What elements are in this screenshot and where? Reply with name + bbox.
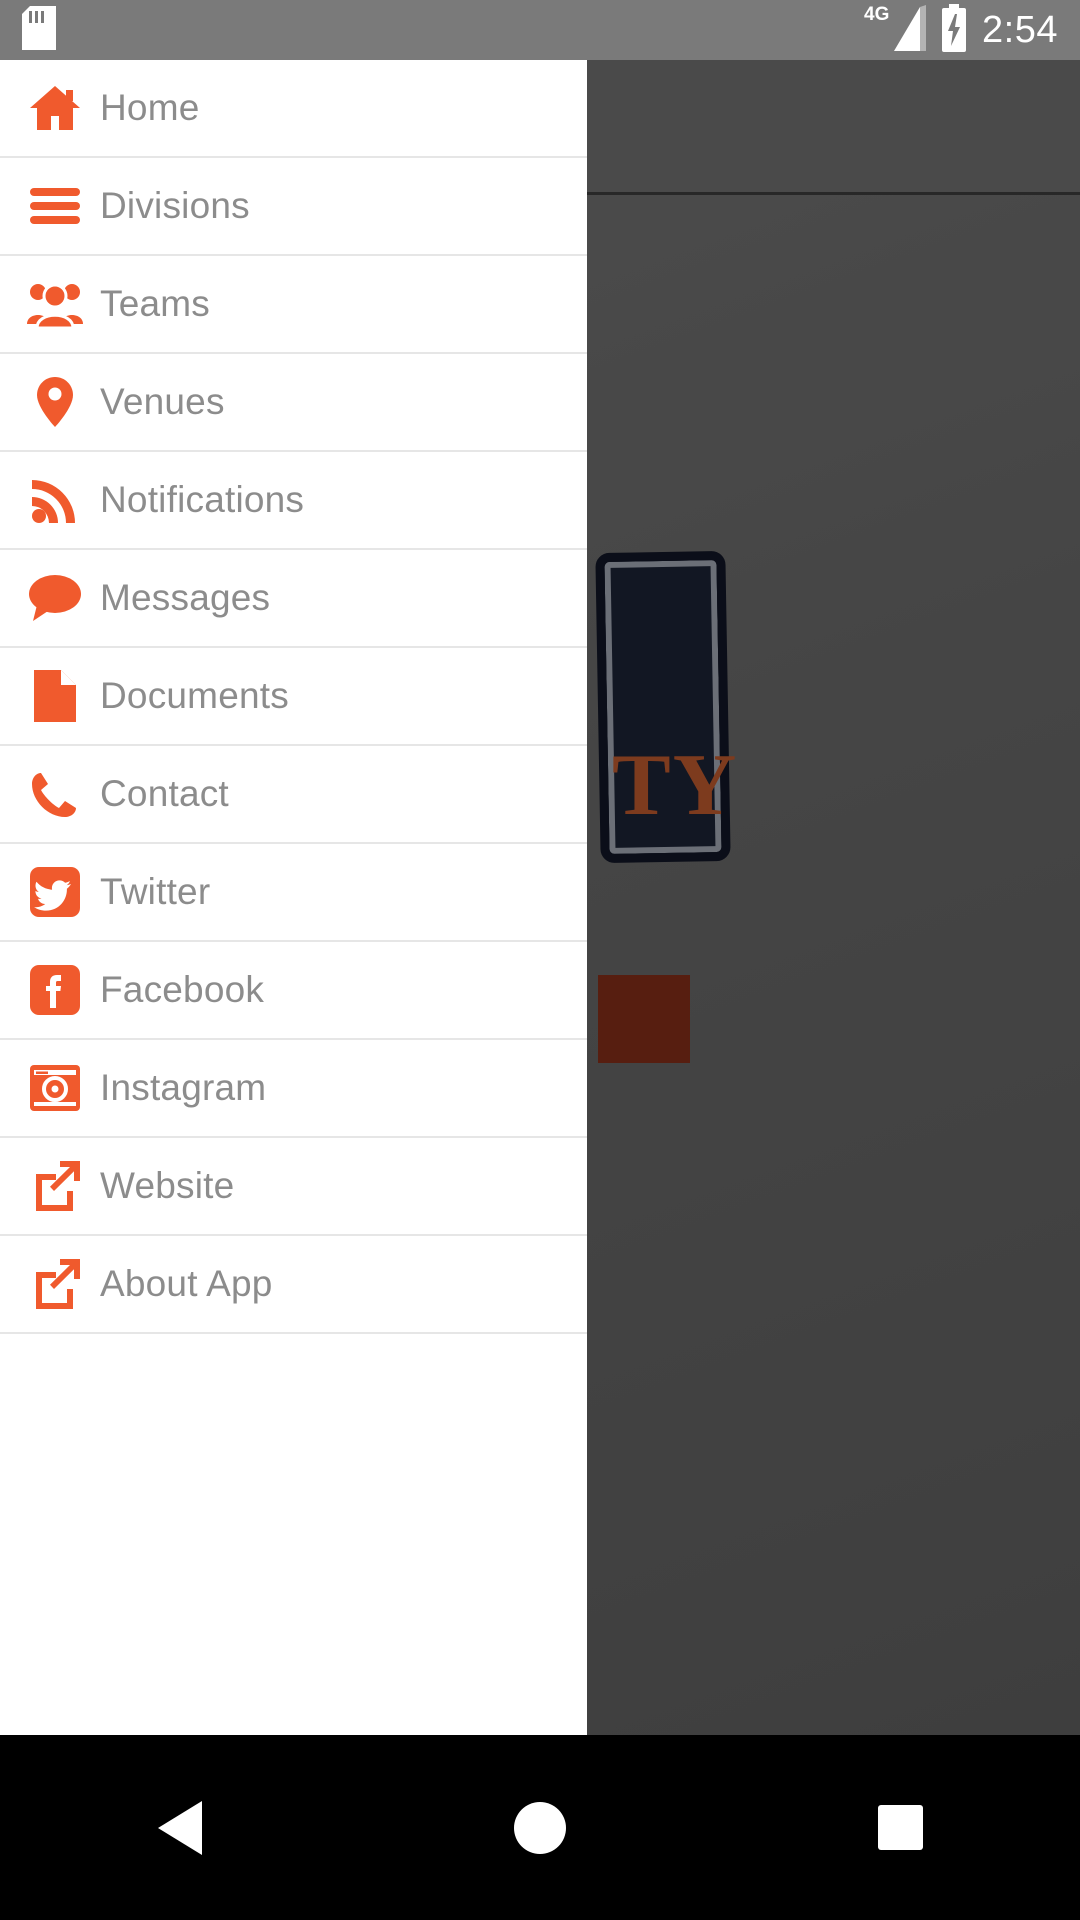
- drawer-item-label: Divisions: [100, 185, 250, 226]
- nav-back-button[interactable]: [105, 1778, 255, 1878]
- status-bar-clock: 2:54: [982, 8, 1058, 51]
- home-icon: [24, 77, 86, 139]
- drawer-item-teams[interactable]: Teams: [0, 256, 587, 354]
- rss-feed-icon: [24, 469, 86, 531]
- drawer-item-instagram[interactable]: Instagram: [0, 1040, 587, 1138]
- document-page-icon: [24, 665, 86, 727]
- status-bar-right-cluster: 4G 2:54: [864, 3, 1058, 58]
- list-bars-icon: [24, 175, 86, 237]
- users-group-icon: [24, 273, 86, 335]
- nav-recents-button[interactable]: [825, 1778, 975, 1878]
- drawer-item-label: About App: [100, 1263, 273, 1304]
- drawer-item-notifications[interactable]: Notifications: [0, 452, 587, 550]
- phone-screen: TY 4G 2:54 Home Divisions Teams Venues N…: [0, 0, 1080, 1920]
- sd-card-icon: [22, 5, 56, 55]
- drawer-item-venues[interactable]: Venues: [0, 354, 587, 452]
- drawer-item-label: Messages: [100, 577, 271, 618]
- phone-icon: [24, 763, 86, 825]
- drawer-item-label: Website: [100, 1165, 235, 1206]
- drawer-item-label: Notifications: [100, 479, 305, 520]
- status-bar: 4G 2:54: [0, 0, 1080, 60]
- nav-home-button[interactable]: [465, 1778, 615, 1878]
- drawer-item-label: Documents: [100, 675, 289, 716]
- battery-charging-icon: [940, 3, 968, 57]
- drawer-item-label: Facebook: [100, 969, 265, 1010]
- external-link-icon: [24, 1155, 86, 1217]
- drawer-item-label: Home: [100, 87, 200, 128]
- drawer-item-about-app[interactable]: About App: [0, 1236, 587, 1334]
- drawer-item-label: Venues: [100, 381, 225, 422]
- drawer-item-label: Twitter: [100, 871, 211, 912]
- drawer-item-contact[interactable]: Contact: [0, 746, 587, 844]
- drawer-item-messages[interactable]: Messages: [0, 550, 587, 648]
- svg-text:4G: 4G: [864, 4, 889, 25]
- drawer-item-website[interactable]: Website: [0, 1138, 587, 1236]
- drawer-item-documents[interactable]: Documents: [0, 648, 587, 746]
- drawer-item-divisions[interactable]: Divisions: [0, 158, 587, 256]
- instagram-camera-icon: [24, 1057, 86, 1119]
- drawer-item-home[interactable]: Home: [0, 60, 587, 158]
- android-nav-bar: [0, 1735, 1080, 1920]
- drawer-item-facebook[interactable]: Facebook: [0, 942, 587, 1040]
- twitter-icon: [24, 861, 86, 923]
- facebook-icon: [24, 959, 86, 1021]
- chat-bubble-icon: [24, 567, 86, 629]
- home-circle-icon: [514, 1801, 566, 1854]
- recents-square-icon: [877, 1805, 923, 1850]
- navigation-drawer[interactable]: Home Divisions Teams Venues Notification…: [0, 60, 587, 1735]
- signal-4g-icon: 4G: [864, 3, 927, 58]
- drawer-item-label: Teams: [100, 283, 210, 324]
- drawer-item-label: Instagram: [100, 1067, 267, 1108]
- back-triangle-icon: [158, 1800, 202, 1855]
- drawer-item-label: Contact: [100, 773, 229, 814]
- external-link-icon: [24, 1253, 86, 1315]
- map-pin-icon: [24, 371, 86, 433]
- drawer-item-twitter[interactable]: Twitter: [0, 844, 587, 942]
